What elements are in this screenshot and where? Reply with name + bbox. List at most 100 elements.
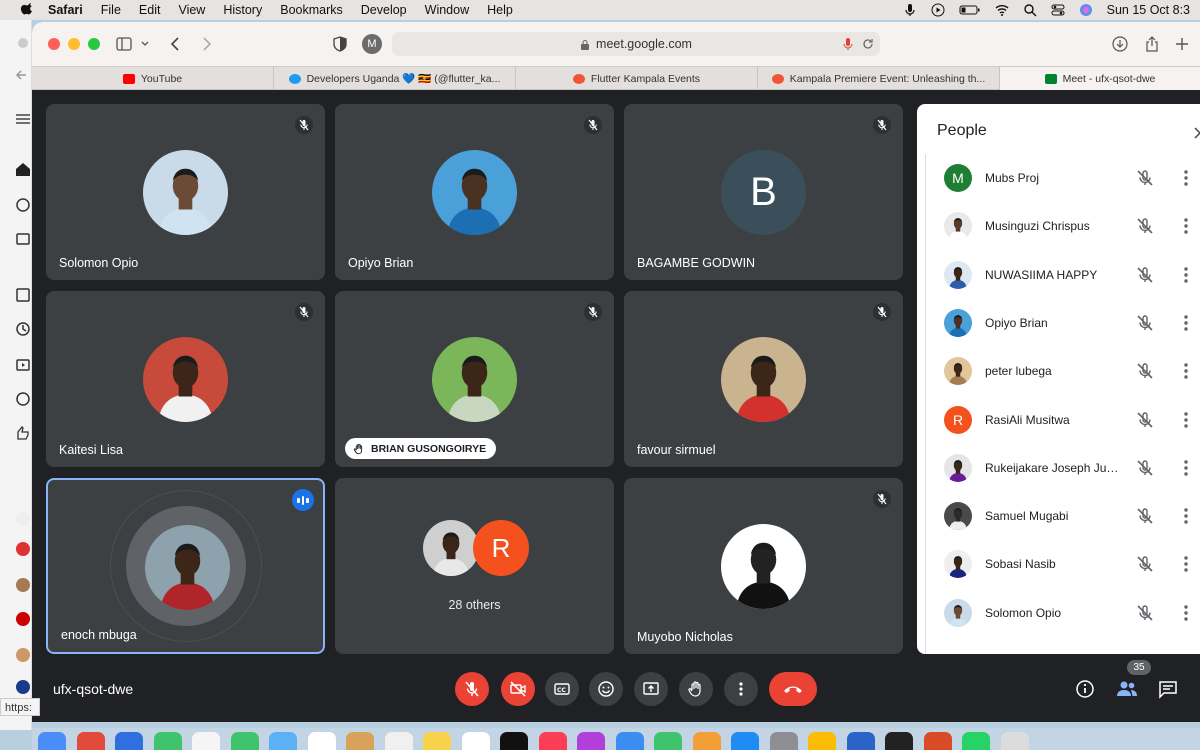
participant-row[interactable]: Rukeijakare Joseph Juni... (926, 444, 1200, 492)
menu-window[interactable]: Window (425, 3, 469, 17)
chat-icon[interactable] (1158, 679, 1178, 699)
participant-row[interactable]: Samuel Mugabi (926, 492, 1200, 540)
tab-twitter[interactable]: Developers Uganda 💙 🇺🇬 (@flutter_ka... (274, 67, 516, 90)
more-options-icon[interactable] (1184, 411, 1188, 428)
more-options-icon[interactable] (1184, 604, 1188, 621)
participant-row[interactable]: Solomon Opio (926, 589, 1200, 637)
photos-icon[interactable] (269, 732, 297, 750)
battery-icon[interactable] (959, 3, 981, 17)
tab-meet[interactable]: Meet - ufx-qsot-dwe (1000, 67, 1200, 90)
menu-develop[interactable]: Develop (361, 3, 407, 17)
more-options-icon[interactable] (1184, 363, 1188, 379)
mic-off-icon[interactable] (1135, 168, 1155, 188)
menu-file[interactable]: File (101, 3, 121, 17)
calendar-icon[interactable] (384, 732, 413, 750)
mic-off-icon[interactable] (1135, 313, 1155, 333)
menu-help[interactable]: Help (487, 3, 513, 17)
more-options-icon[interactable] (1184, 170, 1188, 186)
tile-enoch-mbuga[interactable]: enoch mbuga (46, 478, 325, 654)
participant-row[interactable]: Musinguzi Chrispus (926, 202, 1200, 250)
chrome-icon[interactable] (846, 732, 875, 750)
menu-bookmarks[interactable]: Bookmarks (280, 3, 343, 17)
mic-off-icon[interactable] (1135, 265, 1155, 285)
captions-button[interactable]: CC (545, 672, 579, 706)
app-store-icon[interactable] (769, 732, 798, 750)
pages-icon[interactable] (731, 732, 759, 750)
tile-solomon-opio[interactable]: Solomon Opio (46, 104, 325, 280)
present-screen-button[interactable] (634, 672, 668, 706)
mail-icon[interactable] (192, 732, 220, 750)
safari-icon[interactable] (115, 732, 143, 750)
mic-off-icon[interactable] (1135, 410, 1155, 430)
tv-icon[interactable] (538, 732, 567, 750)
mic-off-icon[interactable] (1135, 458, 1155, 478)
back-icon[interactable] (168, 36, 184, 52)
siri-icon[interactable] (1079, 3, 1093, 17)
menu-edit[interactable]: Edit (139, 3, 161, 17)
keynote-icon[interactable] (654, 732, 682, 750)
microphone-icon[interactable] (903, 3, 917, 17)
new-tab-icon[interactable] (1174, 36, 1190, 52)
freeform-icon[interactable] (500, 732, 528, 750)
participant-row[interactable]: M Mubs Proj (926, 154, 1200, 202)
tile-kaitesi-lisa[interactable]: Kaitesi Lisa (46, 291, 325, 467)
tile-bagambe-godwin[interactable]: B BAGAMBE GODWIN (624, 104, 903, 280)
tab-youtube[interactable]: YouTube (32, 67, 274, 90)
participant-row[interactable]: peter lubega (926, 347, 1200, 395)
music-icon[interactable] (577, 732, 605, 750)
more-options-button[interactable] (724, 672, 758, 706)
participant-list[interactable]: M Mubs Proj Musinguzi Chrispus NUWASIIMA HA… (925, 154, 1200, 654)
mic-off-icon[interactable] (1135, 216, 1155, 236)
menu-history[interactable]: History (223, 3, 262, 17)
more-options-icon[interactable] (1184, 556, 1188, 573)
tile-muyobo-nicholas[interactable]: Muyobo Nicholas (624, 478, 903, 654)
contacts-icon[interactable] (346, 732, 374, 750)
tile-favour-sirmuel[interactable]: favour sirmuel (624, 291, 903, 467)
share-icon[interactable] (1144, 36, 1160, 52)
system-settings-icon[interactable] (808, 732, 836, 750)
notes-icon[interactable] (423, 732, 451, 750)
whatsapp-icon[interactable] (1000, 732, 1029, 750)
mic-off-icon[interactable] (1135, 506, 1155, 526)
menu-bar-clock[interactable]: Sun 15 Oct 8:3 (1107, 3, 1190, 17)
more-options-icon[interactable] (1184, 315, 1188, 331)
tab-kampala-premiere[interactable]: Kampala Premiere Event: Unleashing th... (758, 67, 1000, 90)
participant-row[interactable]: Sobasi Nasib (926, 540, 1200, 588)
numbers-icon[interactable] (692, 732, 721, 750)
mic-toggle-button[interactable] (455, 672, 489, 706)
menu-app-name[interactable]: Safari (48, 3, 83, 17)
raise-hand-button[interactable] (679, 672, 713, 706)
facetime-icon[interactable] (307, 732, 336, 750)
terminal-icon[interactable] (923, 732, 952, 750)
reminders-icon[interactable] (461, 732, 490, 750)
menu-view[interactable]: View (178, 3, 205, 17)
mic-off-icon[interactable] (1135, 361, 1155, 381)
search-icon[interactable] (1023, 3, 1037, 17)
info-icon[interactable] (1075, 679, 1095, 699)
reload-icon[interactable] (862, 37, 874, 51)
podcasts-icon[interactable] (615, 732, 644, 750)
more-options-icon[interactable] (1184, 218, 1188, 234)
tile-28-others[interactable]: R 28 others (335, 478, 614, 654)
apple-logo-icon[interactable] (20, 3, 34, 17)
tab-flutter-kampala-events[interactable]: Flutter Kampala Events (516, 67, 758, 90)
mic-recording-icon[interactable] (842, 37, 854, 51)
more-options-icon[interactable] (1184, 266, 1188, 283)
sidebar-toggle-icon[interactable] (116, 36, 132, 52)
control-center-icon[interactable] (1051, 3, 1065, 17)
participant-row[interactable]: NUWASIIMA HAPPY (926, 251, 1200, 299)
downloads-icon[interactable] (1112, 36, 1128, 52)
finder-icon[interactable] (38, 732, 66, 750)
play-icon[interactable] (931, 3, 945, 17)
messages-icon[interactable] (153, 732, 182, 750)
more-options-icon[interactable] (1184, 508, 1188, 524)
camera-toggle-button[interactable] (501, 672, 535, 706)
participant-row[interactable]: Opiyo Brian (926, 299, 1200, 347)
vscode-icon[interactable] (885, 732, 913, 750)
maps-icon[interactable] (230, 732, 259, 750)
close-icon[interactable] (1193, 126, 1200, 140)
emoji-reactions-button[interactable] (589, 672, 623, 706)
more-options-icon[interactable] (1184, 460, 1188, 476)
launchpad-icon[interactable] (76, 732, 105, 750)
tile-opiyo-brian[interactable]: Opiyo Brian (335, 104, 614, 280)
